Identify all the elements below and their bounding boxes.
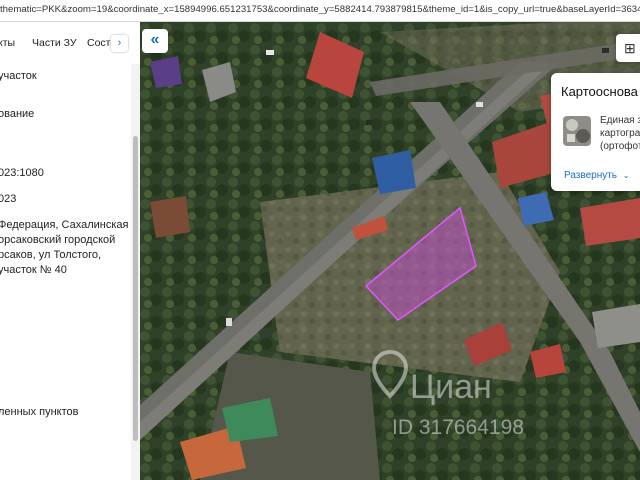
basemap-description: Единая з картогра (ортофот: [600, 114, 640, 153]
double-chevron-left-icon: «: [150, 31, 160, 48]
watermark-id: ID 317664198: [392, 416, 524, 439]
field-value-address-line-1: Федерация, Сахалинская: [0, 219, 129, 231]
tab-parcel-parts[interactable]: Части ЗУ: [32, 37, 77, 49]
grid-icon: ⊞: [624, 40, 636, 56]
basemap-title: Картооснова: [561, 84, 638, 99]
map-tool-button[interactable]: ⊞: [616, 34, 640, 62]
basemap-desc-line-3: (ортофот: [600, 141, 640, 152]
field-value-cadastral-number: 023:1080: [0, 167, 44, 179]
basemap-card: Картооснова Единая з картогра (ортофот Р…: [551, 73, 640, 191]
address-bar[interactable]: thematic=PKK&zoom=19&coordinate_x=158949…: [0, 0, 640, 22]
expand-label: Развернуть: [564, 170, 618, 181]
chevron-right-icon[interactable]: ›: [111, 35, 128, 52]
panel-tabs: кты Части ЗУ Соста ›: [0, 22, 140, 64]
collapse-panel-button[interactable]: «: [142, 29, 168, 53]
field-value-address-line-2: орсаковский городской: [0, 234, 116, 246]
field-value-address-line-4: участок № 40: [0, 264, 67, 276]
expand-link[interactable]: Развернуть ⌄: [564, 170, 630, 181]
watermark-brand: Циан: [410, 368, 492, 406]
field-value-type: участок: [0, 70, 37, 82]
basemap-desc-line-1: Единая з: [600, 115, 640, 126]
tab-objects[interactable]: кты: [0, 37, 15, 49]
scrollbar-thumb[interactable]: [133, 136, 138, 441]
chevron-down-icon: ⌄: [622, 171, 630, 180]
field-value-address-line-3: рсаков, ул Толстого,: [0, 249, 102, 261]
info-panel: кты Части ЗУ Соста › участок ование 023:…: [0, 22, 140, 480]
url-text: thematic=PKK&zoom=19&coordinate_x=158949…: [0, 4, 640, 15]
field-value-kind: ование: [0, 108, 35, 120]
basemap-thumbnail[interactable]: [563, 116, 591, 146]
field-value-cadastral-block: 023: [0, 193, 17, 205]
basemap-desc-line-2: картогра: [600, 128, 640, 139]
field-value-land-category: ленных пунктов: [0, 406, 79, 418]
